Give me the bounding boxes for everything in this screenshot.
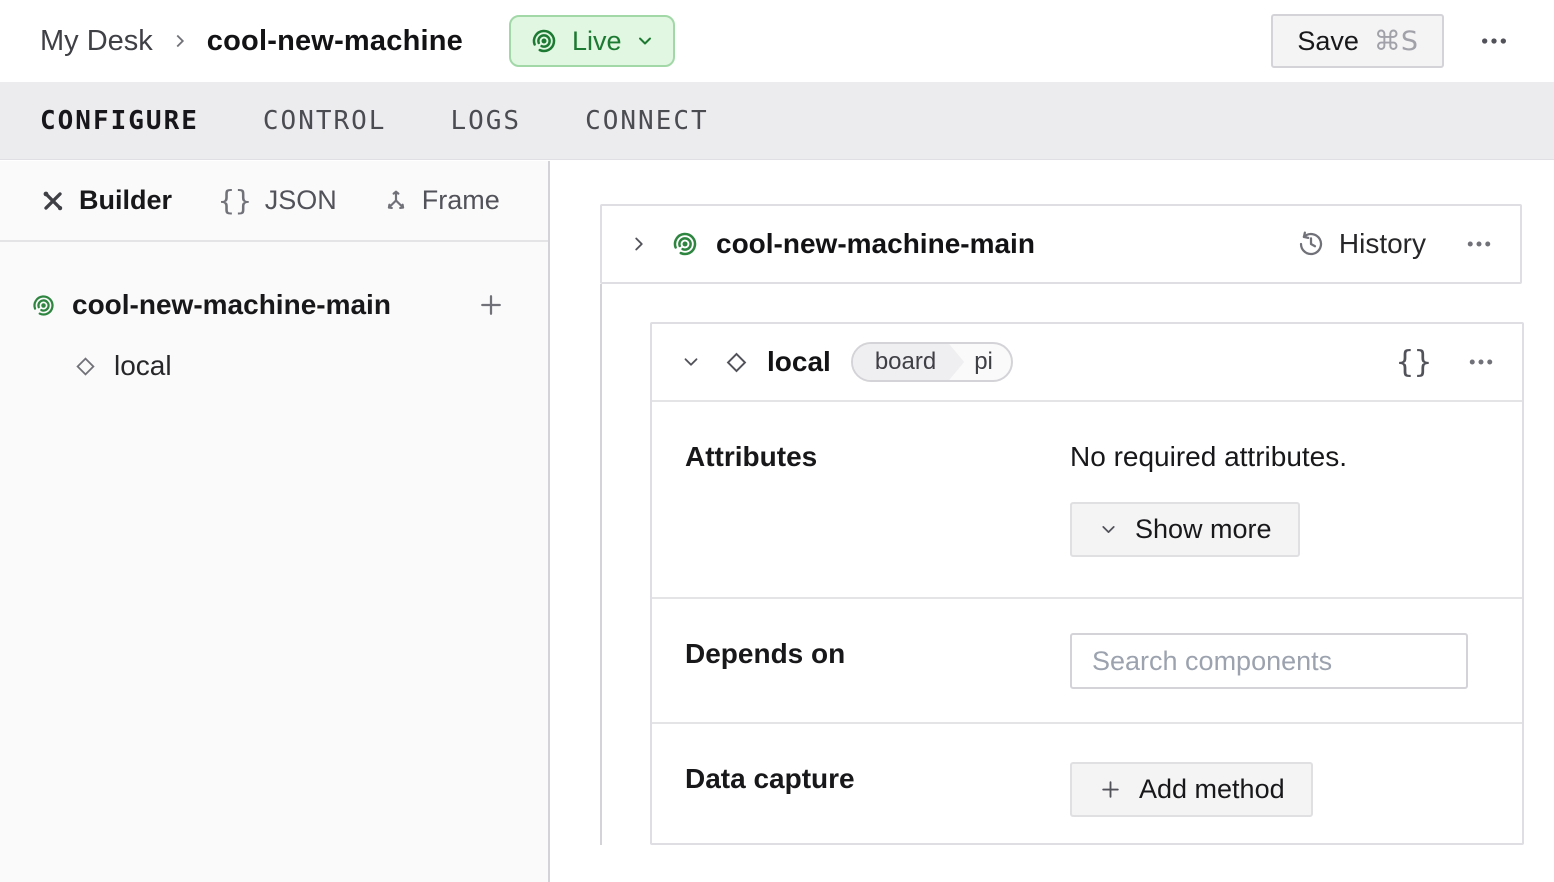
chevron-down-icon xyxy=(635,31,655,51)
history-icon xyxy=(1296,229,1326,259)
depends-on-section: Depends on xyxy=(652,599,1522,724)
history-label: History xyxy=(1339,228,1426,260)
machine-status-badge[interactable]: Live xyxy=(509,15,675,67)
broadcast-icon xyxy=(30,292,57,319)
ellipsis-icon xyxy=(1466,347,1496,377)
component-menu-button[interactable] xyxy=(1466,347,1496,377)
component-card-local: local board pi {} Attributes No required… xyxy=(650,322,1524,845)
view-json[interactable]: {} JSON xyxy=(218,184,337,217)
save-label: Save xyxy=(1297,26,1359,57)
tab-connect[interactable]: CONNECT xyxy=(585,106,709,136)
save-shortcut: ⌘S xyxy=(1374,26,1418,57)
depends-on-label: Depends on xyxy=(685,637,1070,671)
tree-item-local-label: local xyxy=(114,350,172,382)
card-connector-line xyxy=(600,284,602,845)
tab-logs[interactable]: LOGS xyxy=(450,106,521,136)
part-card-expand-button[interactable] xyxy=(628,233,650,255)
attributes-label: Attributes xyxy=(685,440,1070,474)
view-frame-label: Frame xyxy=(422,185,500,216)
add-method-label: Add method xyxy=(1139,774,1285,805)
plus-icon xyxy=(1098,777,1123,802)
chevron-down-icon xyxy=(1098,519,1119,540)
ellipsis-icon xyxy=(1478,25,1510,57)
topbar-overflow-menu-button[interactable] xyxy=(1478,25,1510,57)
breadcrumb-parent[interactable]: My Desk xyxy=(40,25,153,58)
show-more-label: Show more xyxy=(1135,514,1272,545)
tree-item-local[interactable]: local xyxy=(72,340,506,392)
tab-control[interactable]: CONTROL xyxy=(263,106,387,136)
diamond-icon xyxy=(722,348,751,377)
breadcrumb-current: cool-new-machine xyxy=(207,25,463,58)
configure-sidebar: Builder {} JSON Frame cool-new-machine-m… xyxy=(0,161,550,882)
part-card-title: cool-new-machine-main xyxy=(716,228,1035,260)
tree-item-main-part-label: cool-new-machine-main xyxy=(72,289,391,321)
chevron-down-icon xyxy=(680,351,702,373)
tree-item-main-part[interactable]: cool-new-machine-main xyxy=(30,279,506,331)
view-switcher: Builder {} JSON Frame xyxy=(0,161,548,242)
add-method-button[interactable]: Add method xyxy=(1070,762,1313,817)
view-builder[interactable]: Builder xyxy=(40,185,172,216)
component-type-chip: board pi xyxy=(851,342,1013,382)
part-card-menu-button[interactable] xyxy=(1464,229,1494,259)
component-card-header: local board pi {} xyxy=(652,324,1522,402)
view-frame[interactable]: Frame xyxy=(383,185,500,216)
component-json-button[interactable]: {} xyxy=(1396,345,1432,380)
broadcast-icon xyxy=(529,26,559,56)
data-capture-section: Data capture Add method xyxy=(652,724,1522,847)
component-model: pi xyxy=(964,344,1011,380)
diamond-icon xyxy=(72,353,99,380)
view-json-label: JSON xyxy=(265,185,337,216)
search-components-input[interactable] xyxy=(1092,646,1446,677)
tools-icon xyxy=(40,188,66,214)
chevron-right-icon xyxy=(628,233,650,255)
breadcrumb-chevron-icon xyxy=(169,30,191,52)
ellipsis-icon xyxy=(1464,229,1494,259)
save-button[interactable]: Save ⌘S xyxy=(1271,14,1444,68)
frame-axes-icon xyxy=(383,188,409,214)
data-capture-label: Data capture xyxy=(685,762,1070,796)
tab-configure[interactable]: CONFIGURE xyxy=(40,106,199,136)
history-button[interactable]: History xyxy=(1296,228,1426,260)
machine-tree: cool-new-machine-main local xyxy=(0,242,548,392)
view-builder-label: Builder xyxy=(79,185,172,216)
component-title: local xyxy=(767,346,831,378)
braces-icon: {} xyxy=(218,184,252,217)
component-collapse-button[interactable] xyxy=(680,351,702,373)
machine-nav-tabs: CONFIGURE CONTROL LOGS CONNECT xyxy=(0,82,1554,160)
attributes-section: Attributes No required attributes. Show … xyxy=(652,402,1522,599)
depends-on-select[interactable] xyxy=(1070,633,1468,689)
part-card: cool-new-machine-main History xyxy=(600,204,1522,284)
plus-icon xyxy=(476,290,506,320)
add-component-button[interactable] xyxy=(476,290,506,320)
component-type: board xyxy=(853,344,964,380)
status-label: Live xyxy=(572,26,622,57)
show-more-button[interactable]: Show more xyxy=(1070,502,1300,557)
attributes-empty-text: No required attributes. xyxy=(1070,440,1494,474)
top-bar: My Desk cool-new-machine Live Save ⌘S xyxy=(0,0,1554,82)
broadcast-icon xyxy=(670,229,700,259)
